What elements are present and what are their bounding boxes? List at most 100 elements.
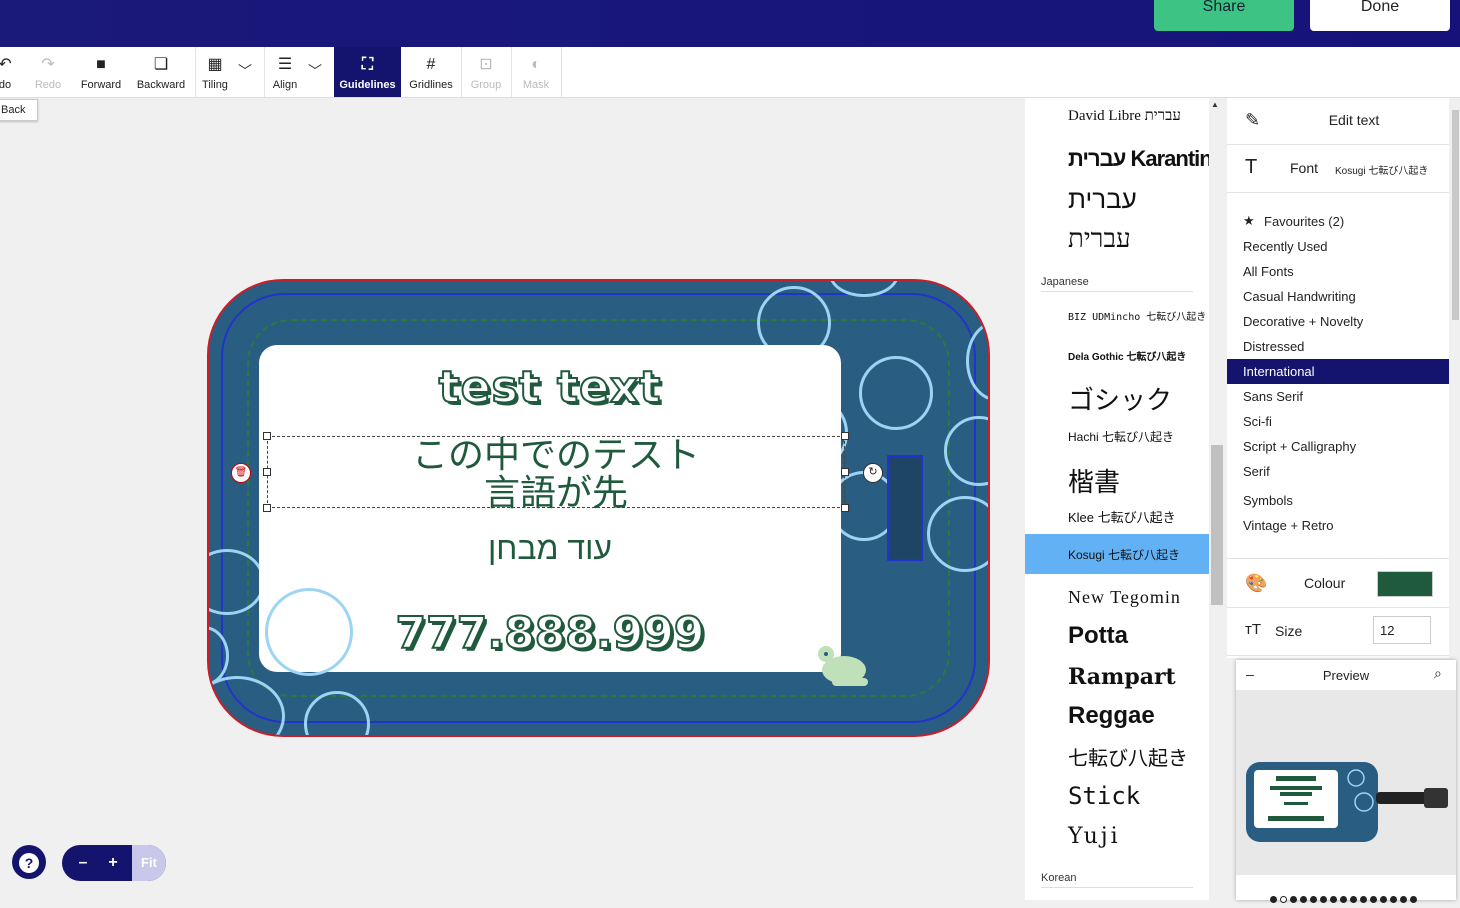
star-icon: ★ bbox=[1243, 213, 1255, 228]
font-item[interactable]: עברית Karantina bbox=[1068, 146, 1209, 172]
resize-handle[interactable] bbox=[263, 468, 271, 476]
category-casual-handwriting[interactable]: Casual Handwriting bbox=[1243, 289, 1356, 304]
align-chevron-down-icon[interactable]: ﹀ bbox=[308, 61, 322, 81]
frog-icon bbox=[818, 646, 868, 686]
colour-label: Colour bbox=[1304, 575, 1346, 591]
toolbar: ↶ do ↷ Redo ■ Forward ❏ Backward ▦ Tilin… bbox=[0, 47, 1460, 98]
edit-text-row[interactable]: ✎ Edit text bbox=[1227, 98, 1449, 145]
font-item[interactable]: Yuji bbox=[1068, 824, 1121, 849]
help-button[interactable]: ? bbox=[12, 845, 46, 879]
tiling-chevron-down-icon[interactable]: ﹀ bbox=[238, 61, 252, 81]
carousel-dots bbox=[1270, 890, 1420, 908]
font-row[interactable]: T Font Kosugi 七転び八起き bbox=[1227, 144, 1449, 193]
zoom-fit-button[interactable]: Fit bbox=[132, 845, 166, 881]
group-icon: ⊡ bbox=[479, 56, 493, 73]
back-button[interactable]: Back bbox=[0, 99, 38, 121]
font-item[interactable]: 七転び八起き bbox=[1068, 742, 1188, 771]
scroll-up-icon[interactable]: ▲ bbox=[1211, 100, 1219, 109]
category-script-calligraphy[interactable]: Script + Calligraphy bbox=[1243, 439, 1356, 454]
bubble-decoration bbox=[265, 588, 353, 676]
font-list-scrollbar-thumb[interactable] bbox=[1211, 445, 1223, 605]
font-item[interactable]: Hachi 七転び八起き bbox=[1068, 428, 1174, 445]
size-label: Size bbox=[1275, 623, 1303, 639]
resize-handle[interactable] bbox=[841, 432, 849, 440]
guidelines-icon: ⛶ bbox=[361, 56, 374, 73]
font-label: Font bbox=[1290, 160, 1319, 176]
category-recently-used[interactable]: Recently Used bbox=[1243, 239, 1328, 254]
section-header-japanese: Japanese bbox=[1041, 276, 1193, 292]
bring-forward-icon: ■ bbox=[96, 56, 106, 73]
resize-handle[interactable] bbox=[841, 504, 849, 512]
panel-scrollbar-thumb[interactable] bbox=[1452, 110, 1459, 320]
mask-icon: ◐ bbox=[531, 56, 541, 73]
text-size-icon: ᴛT bbox=[1245, 621, 1262, 638]
gridlines-icon: # bbox=[426, 56, 436, 73]
category-distressed[interactable]: Distressed bbox=[1243, 339, 1304, 354]
luggage-tag-preview bbox=[1246, 762, 1448, 842]
toolbar-divider bbox=[561, 47, 562, 97]
section-header-korean: Korean bbox=[1041, 872, 1193, 888]
resize-handle[interactable] bbox=[263, 432, 271, 440]
category-favourites[interactable]: Favourites (2) bbox=[1264, 214, 1344, 229]
category-sci-fi[interactable]: Sci-fi bbox=[1243, 414, 1272, 429]
title-text[interactable]: test text bbox=[259, 361, 841, 414]
zoom-out-button[interactable]: – bbox=[68, 845, 98, 881]
palette-icon: 🎨 bbox=[1245, 573, 1268, 593]
preview-image bbox=[1236, 690, 1456, 875]
font-item[interactable]: Potta bbox=[1068, 622, 1128, 650]
size-input[interactable]: 12 bbox=[1373, 616, 1431, 644]
magnify-icon[interactable]: ⌕ bbox=[1434, 665, 1442, 682]
font-item[interactable]: Rampart bbox=[1068, 664, 1176, 690]
tiling-icon: ▦ bbox=[207, 56, 223, 73]
font-item[interactable]: Klee 七転び八起き bbox=[1068, 507, 1176, 526]
help-icon: ? bbox=[19, 853, 39, 873]
top-bar: Share Done bbox=[0, 0, 1460, 47]
preview-title: Preview bbox=[1322, 668, 1370, 683]
group-button[interactable]: ⊡ Group bbox=[462, 47, 510, 97]
forward-button[interactable]: ■ Forward bbox=[76, 47, 126, 97]
guidelines-button[interactable]: ⛶ Guidelines bbox=[334, 47, 401, 97]
category-sans-serif[interactable]: Sans Serif bbox=[1243, 389, 1303, 404]
hebrew-text[interactable]: עוד מבחן bbox=[259, 530, 841, 567]
font-item[interactable]: Dela Gothic 七転び八起き bbox=[1068, 348, 1186, 363]
font-t-icon: T bbox=[1245, 156, 1258, 178]
font-item[interactable]: עברית bbox=[1068, 224, 1131, 254]
category-decorative-novelty[interactable]: Decorative + Novelty bbox=[1243, 314, 1363, 329]
mask-button[interactable]: ◐ Mask bbox=[512, 47, 560, 97]
rotate-icon[interactable]: ↻ bbox=[863, 463, 883, 483]
font-item[interactable]: Stick bbox=[1068, 782, 1140, 810]
tiling-button[interactable]: ▦ Tiling bbox=[196, 47, 234, 97]
done-button[interactable]: Done bbox=[1310, 0, 1450, 31]
font-item[interactable]: עברית bbox=[1068, 184, 1137, 215]
category-vintage-retro[interactable]: Vintage + Retro bbox=[1243, 518, 1333, 533]
colour-swatch[interactable] bbox=[1377, 571, 1433, 597]
undo-icon: ↶ bbox=[0, 56, 12, 73]
backward-button[interactable]: ❏ Backward bbox=[133, 47, 189, 97]
align-button[interactable]: ☰ Align bbox=[266, 47, 304, 97]
align-icon: ☰ bbox=[277, 56, 293, 73]
delete-icon[interactable]: 🗑 bbox=[231, 463, 251, 483]
font-item[interactable]: Reggae bbox=[1068, 702, 1155, 730]
preview-panel: – Preview ⌕ bbox=[1236, 660, 1456, 903]
font-item[interactable]: BIZ UDMincho 七転び八起き bbox=[1068, 308, 1206, 323]
category-serif[interactable]: Serif bbox=[1243, 464, 1270, 479]
category-international[interactable]: International bbox=[1243, 364, 1315, 379]
category-symbols[interactable]: Symbols bbox=[1243, 493, 1293, 508]
category-all-fonts[interactable]: All Fonts bbox=[1243, 264, 1294, 279]
gridlines-button[interactable]: # Gridlines bbox=[404, 47, 458, 97]
font-item[interactable]: 楷書 bbox=[1068, 462, 1120, 499]
selection-box[interactable] bbox=[267, 436, 845, 508]
font-list: David Libre עברית עברית Karantina עברית … bbox=[1025, 98, 1209, 900]
redo-button[interactable]: ↷ Redo bbox=[28, 47, 68, 97]
font-item[interactable]: David Libre עברית bbox=[1068, 108, 1181, 125]
font-item[interactable]: New Tegomin bbox=[1068, 587, 1181, 608]
resize-handle[interactable] bbox=[841, 468, 849, 476]
resize-handle[interactable] bbox=[263, 504, 271, 512]
zoom-in-button[interactable]: + bbox=[98, 845, 128, 881]
font-item[interactable]: ゴシック bbox=[1068, 380, 1172, 417]
share-button[interactable]: Share bbox=[1154, 0, 1294, 31]
font-item-selected[interactable]: Kosugi 七転び八起き bbox=[1068, 546, 1180, 563]
send-backward-icon: ❏ bbox=[153, 56, 169, 73]
font-value: Kosugi 七転び八起き bbox=[1335, 166, 1429, 177]
undo-button[interactable]: ↶ do bbox=[0, 47, 20, 97]
